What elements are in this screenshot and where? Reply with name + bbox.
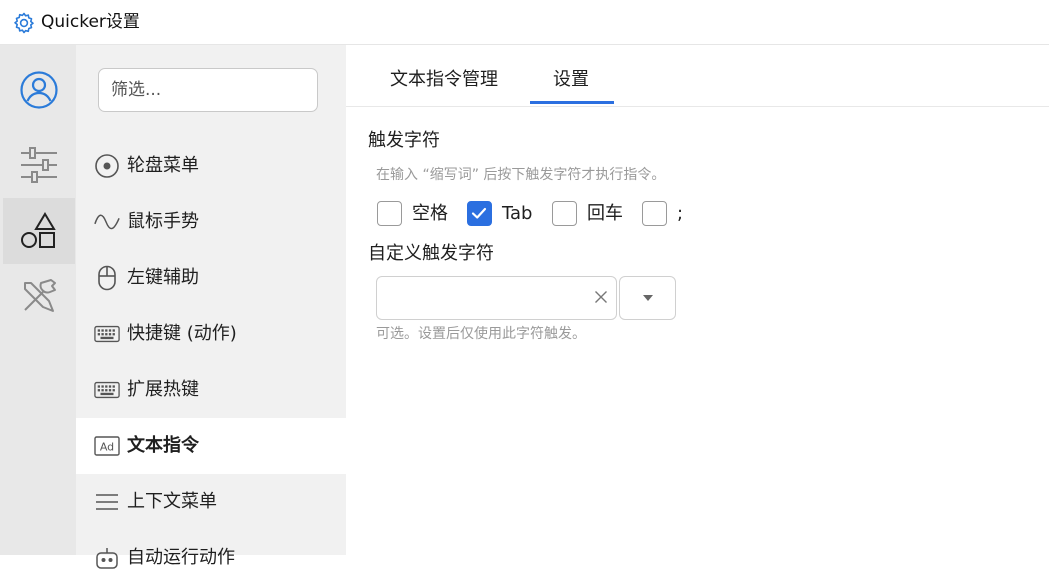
wheel-icon bbox=[94, 153, 120, 179]
sidebar-item-left-click-assist[interactable]: 左键辅助 bbox=[76, 250, 346, 306]
custom-trigger-hint: 可选。设置后仅使用此字符触发。 bbox=[376, 326, 586, 342]
trigger-hint: 在输入 “缩写词” 后按下触发字符才执行指令。 bbox=[376, 167, 666, 183]
sidebar-item-auto-run[interactable]: 自动运行动作 bbox=[76, 530, 346, 586]
checkbox-semicolon[interactable] bbox=[642, 201, 667, 226]
custom-trigger-dropdown-button[interactable] bbox=[619, 276, 676, 320]
sidebar-item-context-menu[interactable]: 上下文菜单 bbox=[76, 474, 346, 530]
user-circle-icon bbox=[20, 71, 58, 109]
wave-icon bbox=[94, 209, 120, 235]
window-title: Quicker设置 bbox=[41, 12, 140, 32]
title-bar: Quicker设置 bbox=[0, 0, 1049, 45]
sidebar-item-label: 上下文菜单 bbox=[127, 491, 217, 512]
rail-item-sliders[interactable] bbox=[3, 132, 75, 198]
gear-icon bbox=[14, 12, 34, 34]
icon-rail bbox=[0, 45, 76, 555]
rail-item-shapes[interactable] bbox=[3, 198, 75, 264]
sidebar-item-label: 快捷键 (动作) bbox=[127, 323, 237, 344]
sidebar-item-label: 左键辅助 bbox=[127, 267, 199, 288]
keyboard-icon bbox=[94, 321, 120, 347]
svg-text:Ad: Ad bbox=[100, 441, 114, 454]
checkbox-enter-label: 回车 bbox=[587, 203, 623, 224]
sidebar: 轮盘菜单 鼠标手势 左键辅助 快捷键 (动作) 扩展热键 Ad 文本指令 bbox=[76, 45, 346, 569]
checkbox-space[interactable] bbox=[377, 201, 402, 226]
tab-settings[interactable]: 设置 bbox=[553, 67, 589, 93]
checkbox-space-label: 空格 bbox=[412, 203, 448, 224]
tools-icon bbox=[24, 279, 56, 312]
tab-text-command-manage[interactable]: 文本指令管理 bbox=[390, 67, 498, 93]
sidebar-item-text-command[interactable]: Ad 文本指令 bbox=[76, 418, 346, 474]
sidebar-item-extended-hotkey[interactable]: 扩展热键 bbox=[76, 362, 346, 418]
sidebar-item-label: 轮盘菜单 bbox=[127, 155, 199, 176]
sliders-icon bbox=[21, 147, 57, 183]
sidebar-item-label: 自动运行动作 bbox=[127, 547, 235, 568]
filter-input[interactable] bbox=[98, 68, 318, 112]
checkbox-semicolon-label: ; bbox=[677, 203, 684, 224]
sidebar-item-label: 鼠标手势 bbox=[127, 211, 199, 232]
sidebar-item-hotkey-action[interactable]: 快捷键 (动作) bbox=[76, 306, 346, 362]
sidebar-item-wheel-menu[interactable]: 轮盘菜单 bbox=[76, 138, 346, 194]
rail-item-user[interactable] bbox=[3, 57, 75, 123]
checkbox-tab[interactable] bbox=[467, 201, 492, 226]
custom-trigger-title: 自定义触发字符 bbox=[368, 243, 494, 264]
robot-icon bbox=[94, 545, 120, 571]
chevron-down-icon bbox=[642, 295, 653, 301]
trigger-section-title: 触发字符 bbox=[368, 130, 440, 151]
tab-bar: 文本指令管理 设置 bbox=[346, 45, 1049, 107]
sidebar-item-label: 扩展热键 bbox=[127, 379, 199, 400]
custom-trigger-input[interactable] bbox=[376, 276, 617, 320]
active-tab-indicator bbox=[530, 101, 614, 104]
checkbox-enter[interactable] bbox=[552, 201, 577, 226]
mouse-icon bbox=[94, 265, 120, 291]
sidebar-item-label: 文本指令 bbox=[127, 435, 199, 456]
shapes-icon bbox=[21, 212, 56, 248]
rail-item-tools[interactable] bbox=[3, 264, 75, 330]
check-icon bbox=[471, 207, 487, 219]
ad-icon: Ad bbox=[94, 433, 120, 459]
main-panel: 文本指令管理 设置 触发字符 在输入 “缩写词” 后按下触发字符才执行指令。 空… bbox=[346, 45, 1049, 555]
keyboard-icon bbox=[94, 377, 120, 403]
menu-lines-icon bbox=[94, 489, 120, 515]
checkbox-tab-label: Tab bbox=[502, 203, 533, 224]
close-icon[interactable] bbox=[592, 288, 610, 306]
sidebar-item-mouse-gesture[interactable]: 鼠标手势 bbox=[76, 194, 346, 250]
